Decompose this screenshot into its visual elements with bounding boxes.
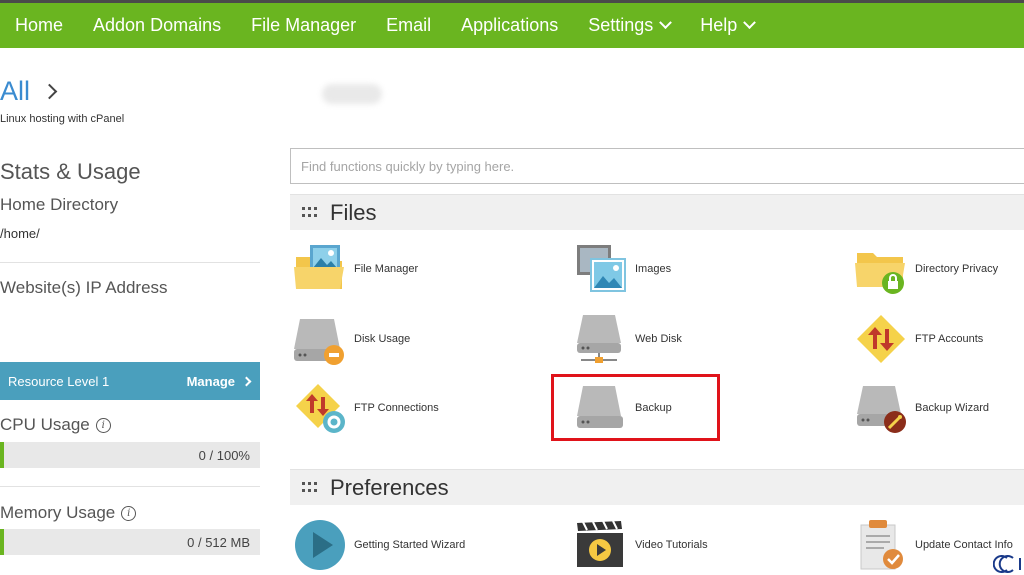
chevron-right-icon (241, 376, 252, 386)
files-section-header[interactable]: Files (290, 194, 1024, 230)
cpu-usage-label: CPU Usage i (0, 415, 111, 435)
blurred-domain-name (322, 84, 382, 104)
info-icon[interactable]: i (95, 417, 111, 433)
chevron-down-icon (659, 16, 673, 30)
disk-usage-item[interactable]: Disk Usage (294, 313, 410, 365)
manage-label: Manage (186, 373, 235, 389)
video-tutorials-label: Video Tutorials (635, 539, 708, 551)
nav-addon-domains[interactable]: Addon Domains (78, 3, 236, 48)
cpu-usage-bar: 0 / 100% (0, 442, 260, 468)
nav-file-manager[interactable]: File Manager (236, 3, 371, 48)
images-label: Images (635, 263, 672, 275)
getting-started-wizard-label: Getting Started Wizard (354, 539, 466, 551)
resource-level-bar: Resource Level 1 Manage (0, 362, 260, 400)
cpu-usage-text: CPU Usage (0, 415, 90, 434)
drag-handle-icon[interactable] (302, 481, 318, 494)
contact-info-icon (860, 520, 903, 570)
cpu-usage-value: 0 / 100% (198, 447, 250, 463)
web-disk-label: Web Disk (635, 333, 682, 345)
divider (0, 262, 260, 263)
disk-usage-label: Disk Usage (354, 333, 411, 345)
ftp-connections-icon (296, 384, 345, 433)
ftp-accounts-label: FTP Accounts (915, 333, 984, 345)
ip-address-label: Website(s) IP Address (0, 278, 168, 297)
backup-wizard-label: Backup Wizard (915, 402, 989, 414)
play-icon (295, 520, 345, 570)
nav-help-label: Help (700, 15, 738, 35)
chevron-down-icon (743, 16, 757, 30)
nav-home-label: Home (15, 15, 64, 35)
video-tutorials-item[interactable]: Video Tutorials (575, 519, 708, 571)
watermark-logo (993, 555, 1021, 573)
web-disk-item[interactable]: Web Disk (575, 313, 682, 365)
top-nav: Home Addon Domains File Manager Email Ap… (0, 0, 1024, 48)
drag-handle-icon[interactable] (302, 206, 318, 219)
divider (0, 486, 260, 487)
sidebar: All Linux hosting with cPanel Stats & Us… (0, 48, 262, 575)
preferences-section-title: Preferences (330, 474, 449, 500)
files-section-title: Files (330, 199, 377, 225)
folder-lock-icon (855, 253, 905, 294)
chevron-right-icon (41, 83, 58, 100)
directory-privacy-label: Directory Privacy (915, 263, 999, 275)
home-directory-label: Home Directory (0, 195, 119, 214)
nav-addon-domains-label: Addon Domains (93, 15, 222, 35)
info-icon[interactable]: i (121, 505, 137, 521)
nav-applications[interactable]: Applications (446, 3, 573, 48)
home-directory-value: /home/ (0, 226, 40, 241)
nav-email-label: Email (386, 15, 432, 35)
backup-item[interactable]: Backup (575, 382, 672, 434)
all-link-label: All (0, 76, 31, 106)
search-input[interactable] (301, 158, 1024, 174)
update-contact-info-label: Update Contact Info (915, 539, 1013, 551)
backup-label: Backup (635, 402, 672, 414)
file-manager-item[interactable]: File Manager (294, 243, 418, 295)
getting-started-wizard-item[interactable]: Getting Started Wizard (294, 519, 465, 571)
manage-button[interactable]: Manage (186, 373, 252, 389)
backup-wizard-icon (857, 386, 906, 433)
nav-help[interactable]: Help (685, 3, 769, 48)
backup-wizard-item[interactable]: Backup Wizard (855, 382, 989, 434)
web-disk-icon (577, 315, 621, 363)
ftp-accounts-icon (857, 315, 905, 363)
memory-usage-label: Memory Usage i (0, 503, 137, 523)
video-tutorials-icon (577, 520, 623, 567)
ftp-connections-label: FTP Connections (354, 402, 439, 414)
disk-usage-icon (294, 319, 344, 365)
all-products-link[interactable]: All (0, 76, 58, 107)
nav-applications-label: Applications (461, 15, 559, 35)
nav-settings[interactable]: Settings (573, 3, 685, 48)
memory-usage-value: 0 / 512 MB (187, 534, 250, 550)
directory-privacy-item[interactable]: Directory Privacy (855, 243, 998, 295)
hosting-type: Linux hosting with cPanel (0, 113, 125, 125)
search-box (290, 148, 1024, 184)
memory-usage-text: Memory Usage (0, 503, 116, 522)
nav-home[interactable]: Home (0, 3, 78, 48)
ftp-connections-item[interactable]: FTP Connections (294, 382, 439, 434)
images-icon (577, 245, 626, 292)
images-item[interactable]: Images (575, 243, 671, 295)
stats-usage-title: Stats & Usage (0, 159, 141, 184)
preferences-section-header[interactable]: Preferences (290, 469, 1024, 505)
ftp-accounts-item[interactable]: FTP Accounts (855, 313, 983, 365)
folder-image-icon (294, 245, 344, 289)
nav-settings-label: Settings (588, 15, 654, 35)
file-manager-label: File Manager (354, 263, 419, 275)
nav-file-manager-label: File Manager (251, 15, 357, 35)
memory-usage-bar: 0 / 512 MB (0, 529, 260, 555)
nav-email[interactable]: Email (371, 3, 446, 48)
backup-icon (577, 386, 623, 428)
update-contact-info-item[interactable]: Update Contact Info (855, 519, 1013, 571)
resource-level-label: Resource Level 1 (8, 373, 110, 389)
